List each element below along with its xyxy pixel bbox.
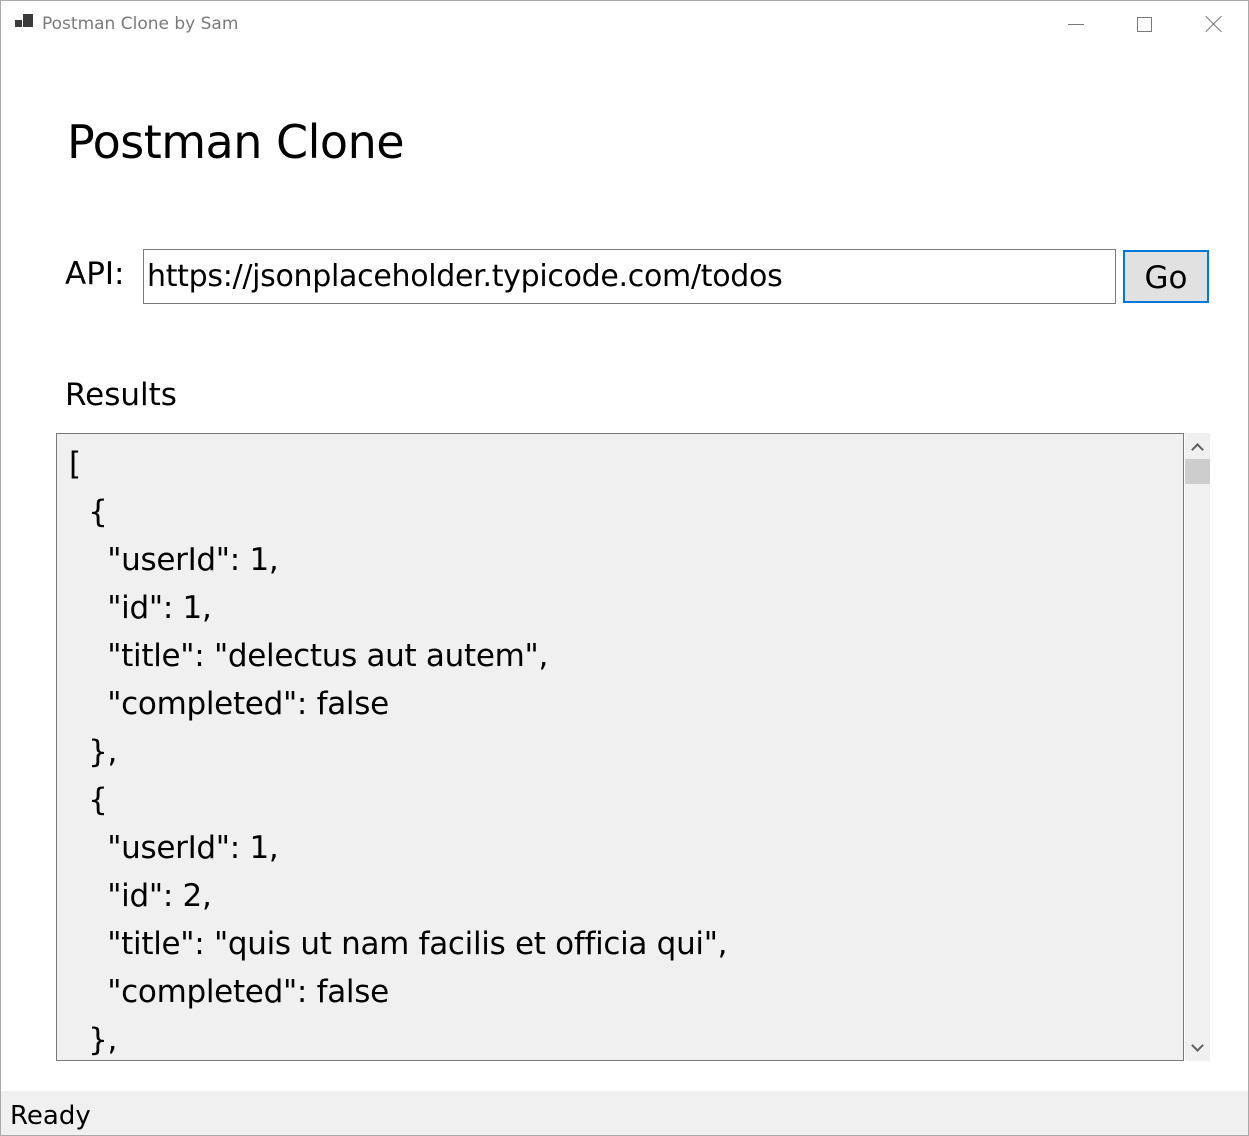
title-bar[interactable]: Postman Clone by Sam xyxy=(1,1,1248,47)
maximize-button[interactable] xyxy=(1109,1,1179,47)
chevron-up-icon xyxy=(1191,443,1204,456)
maximize-icon xyxy=(1136,16,1152,32)
api-label: API: xyxy=(65,256,125,292)
window-title: Postman Clone by Sam xyxy=(42,14,239,34)
app-window-icon xyxy=(15,14,35,30)
status-bar: Ready xyxy=(1,1091,1248,1135)
close-button[interactable] xyxy=(1179,1,1248,47)
scroll-up-button[interactable] xyxy=(1185,435,1210,459)
page-title: Postman Clone xyxy=(67,115,405,169)
results-scrollbar[interactable] xyxy=(1185,433,1210,1061)
results-textbox[interactable]: [ { "userId": 1, "id": 1, "title": "dele… xyxy=(56,433,1184,1061)
app-window: Postman Clone by Sam Postman Clone API: … xyxy=(0,0,1249,1136)
chevron-down-icon xyxy=(1191,1039,1204,1052)
scroll-thumb[interactable] xyxy=(1185,459,1210,484)
api-url-input[interactable] xyxy=(143,249,1116,304)
status-text: Ready xyxy=(10,1101,91,1131)
close-icon xyxy=(1205,15,1223,33)
minimize-button[interactable] xyxy=(1041,1,1111,47)
results-label: Results xyxy=(65,377,177,413)
go-button[interactable]: Go xyxy=(1123,250,1209,303)
scroll-down-button[interactable] xyxy=(1185,1036,1210,1060)
minimize-icon xyxy=(1068,23,1084,25)
results-text: [ { "userId": 1, "id": 1, "title": "dele… xyxy=(69,446,728,1058)
